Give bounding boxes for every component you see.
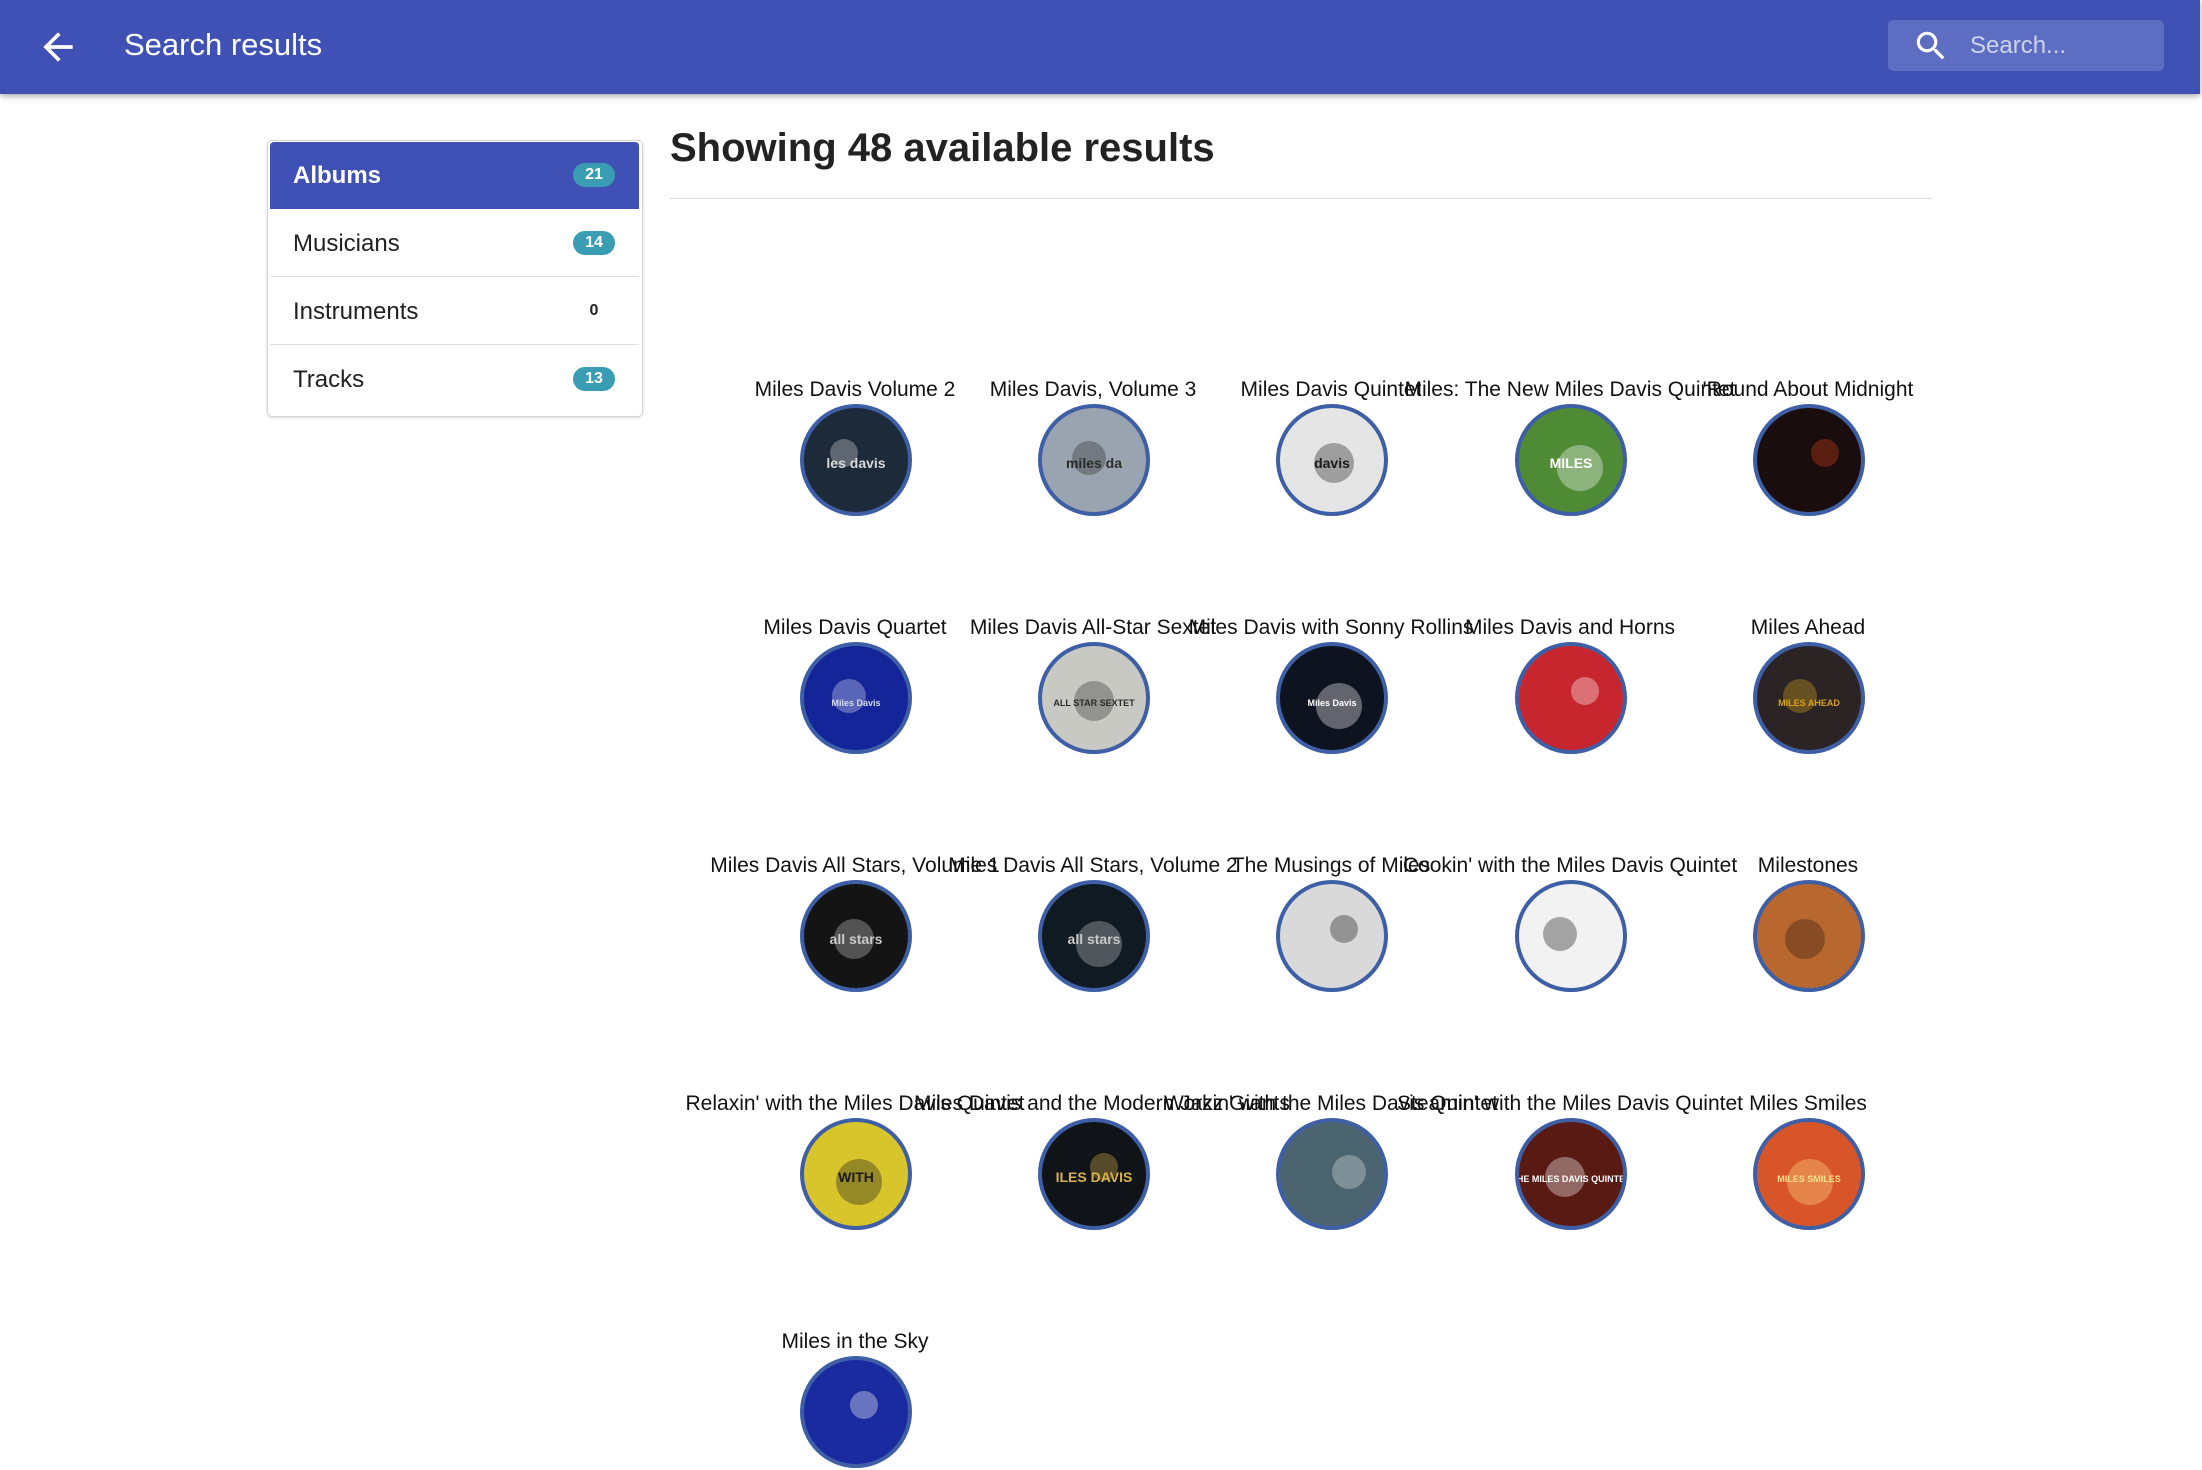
cover-art xyxy=(1330,915,1358,943)
album-title: Miles Ahead xyxy=(1750,616,1866,639)
album-cover[interactable] xyxy=(1515,880,1627,992)
cover-art xyxy=(1332,1155,1366,1189)
album-card[interactable]: Miles Smiles MILES SMILES xyxy=(1689,1092,1927,1232)
search-box[interactable] xyxy=(1888,20,2164,71)
cover-art: MILES xyxy=(1550,445,1603,491)
cover-shape xyxy=(1330,915,1358,943)
cover-text: les davis xyxy=(826,455,885,471)
cover-art xyxy=(850,1391,878,1419)
category-musicians[interactable]: Musicians 14 xyxy=(270,210,639,277)
cover-text: Miles Davis xyxy=(831,698,880,708)
cover-shape xyxy=(1332,1155,1366,1189)
cover-art: ALL STAR SEXTET xyxy=(1053,681,1135,721)
cover-text: MILES SMILES xyxy=(1777,1174,1841,1184)
album-cover[interactable]: all stars xyxy=(800,880,912,992)
cover-art xyxy=(1785,919,1825,959)
count-badge: 14 xyxy=(573,231,615,255)
album-title: Miles in the Sky xyxy=(781,1330,929,1353)
cover-art: miles da xyxy=(1066,441,1122,475)
cover-art: Miles Davis xyxy=(831,679,881,713)
cover-text: WITH xyxy=(838,1169,874,1185)
album-title: Miles Smiles xyxy=(1749,1092,1867,1115)
cover-art: WITH xyxy=(836,1159,882,1205)
category-list: Albums 21 Musicians 14 Instruments 0 Tra… xyxy=(267,140,643,417)
album-cover[interactable]: Miles Davis xyxy=(800,642,912,754)
album-cover[interactable] xyxy=(1515,642,1627,754)
cover-art: all stars xyxy=(1068,921,1122,967)
category-label: Instruments xyxy=(293,298,419,325)
cover-art: les davis xyxy=(826,439,886,471)
album-cover[interactable]: miles da xyxy=(1038,404,1150,516)
category-label: Musicians xyxy=(293,230,400,257)
album-cover[interactable]: davis xyxy=(1276,404,1388,516)
album-card[interactable]: Milestones xyxy=(1689,854,1927,994)
cover-art: all stars xyxy=(830,919,883,959)
album-cover[interactable]: Miles Davis xyxy=(1276,642,1388,754)
cover-shape xyxy=(1811,439,1839,467)
cover-text: ILES DAVIS xyxy=(1056,1169,1133,1185)
count-badge: 13 xyxy=(573,367,615,391)
divider xyxy=(670,198,1932,199)
search-input[interactable] xyxy=(1970,20,2154,71)
cover-text: MILES AHEAD xyxy=(1778,698,1840,708)
arrow-back-icon xyxy=(43,32,73,62)
category-label: Albums xyxy=(293,162,382,189)
album-cover[interactable] xyxy=(800,1356,912,1468)
album-card[interactable]: 'Round About Midnight xyxy=(1689,378,1927,518)
cover-shape xyxy=(1543,917,1577,951)
album-cover[interactable]: ILES DAVIS xyxy=(1038,1118,1150,1230)
category-tracks[interactable]: Tracks 13 xyxy=(270,346,639,412)
cover-text: all stars xyxy=(1068,931,1121,947)
album-cover[interactable]: les davis xyxy=(800,404,912,516)
app-bar: Search results xyxy=(0,0,2200,94)
cover-text: MILES xyxy=(1550,455,1593,471)
album-cover[interactable]: THE MILES DAVIS QUINTET xyxy=(1515,1118,1627,1230)
cover-text: ALL STAR SEXTET xyxy=(1053,698,1135,708)
page-title: Search results xyxy=(124,27,323,62)
album-card[interactable]: Miles in the Sky xyxy=(736,1330,974,1470)
cover-art xyxy=(1811,439,1839,467)
album-cover[interactable]: MILES AHEAD xyxy=(1753,642,1865,754)
album-cover[interactable] xyxy=(1753,880,1865,992)
cover-shape xyxy=(1785,919,1825,959)
album-card[interactable]: Miles Ahead MILES AHEAD xyxy=(1689,616,1927,756)
category-albums[interactable]: Albums 21 xyxy=(270,142,639,209)
album-cover[interactable]: WITH xyxy=(800,1118,912,1230)
count-badge: 21 xyxy=(573,163,615,187)
cover-text: miles da xyxy=(1066,455,1122,471)
album-cover[interactable] xyxy=(1276,1118,1388,1230)
cover-art: davis xyxy=(1314,443,1354,483)
category-label: Tracks xyxy=(293,366,365,393)
album-title: Milestones xyxy=(1757,854,1859,877)
album-cover[interactable]: all stars xyxy=(1038,880,1150,992)
album-cover[interactable]: ALL STAR SEXTET xyxy=(1038,642,1150,754)
album-cover[interactable]: MILES SMILES xyxy=(1753,1118,1865,1230)
category-instruments[interactable]: Instruments 0 xyxy=(270,278,639,345)
album-cover[interactable] xyxy=(1276,880,1388,992)
cover-art xyxy=(1571,677,1599,705)
cover-art: ILES DAVIS xyxy=(1056,1153,1133,1185)
cover-art: Miles Davis xyxy=(1307,683,1362,729)
cover-text: all stars xyxy=(830,931,883,947)
cover-shape xyxy=(850,1391,878,1419)
results-heading: Showing 48 available results xyxy=(670,126,1215,170)
album-cover[interactable]: MILES xyxy=(1515,404,1627,516)
cover-art: THE MILES DAVIS QUINTET xyxy=(1519,1157,1623,1197)
cover-text: davis xyxy=(1314,455,1350,471)
cover-art: MILES AHEAD xyxy=(1778,679,1840,713)
cover-shape xyxy=(1571,677,1599,705)
back-button[interactable] xyxy=(36,25,80,69)
count-badge: 0 xyxy=(589,302,599,319)
album-title: 'Round About Midnight xyxy=(1702,378,1914,401)
cover-art: MILES SMILES xyxy=(1777,1159,1841,1205)
cover-text: Miles Davis xyxy=(1307,698,1356,708)
search-icon[interactable] xyxy=(1912,27,1950,65)
cover-art xyxy=(1543,917,1577,951)
album-cover[interactable] xyxy=(1753,404,1865,516)
cover-text: THE MILES DAVIS QUINTET xyxy=(1519,1174,1623,1184)
